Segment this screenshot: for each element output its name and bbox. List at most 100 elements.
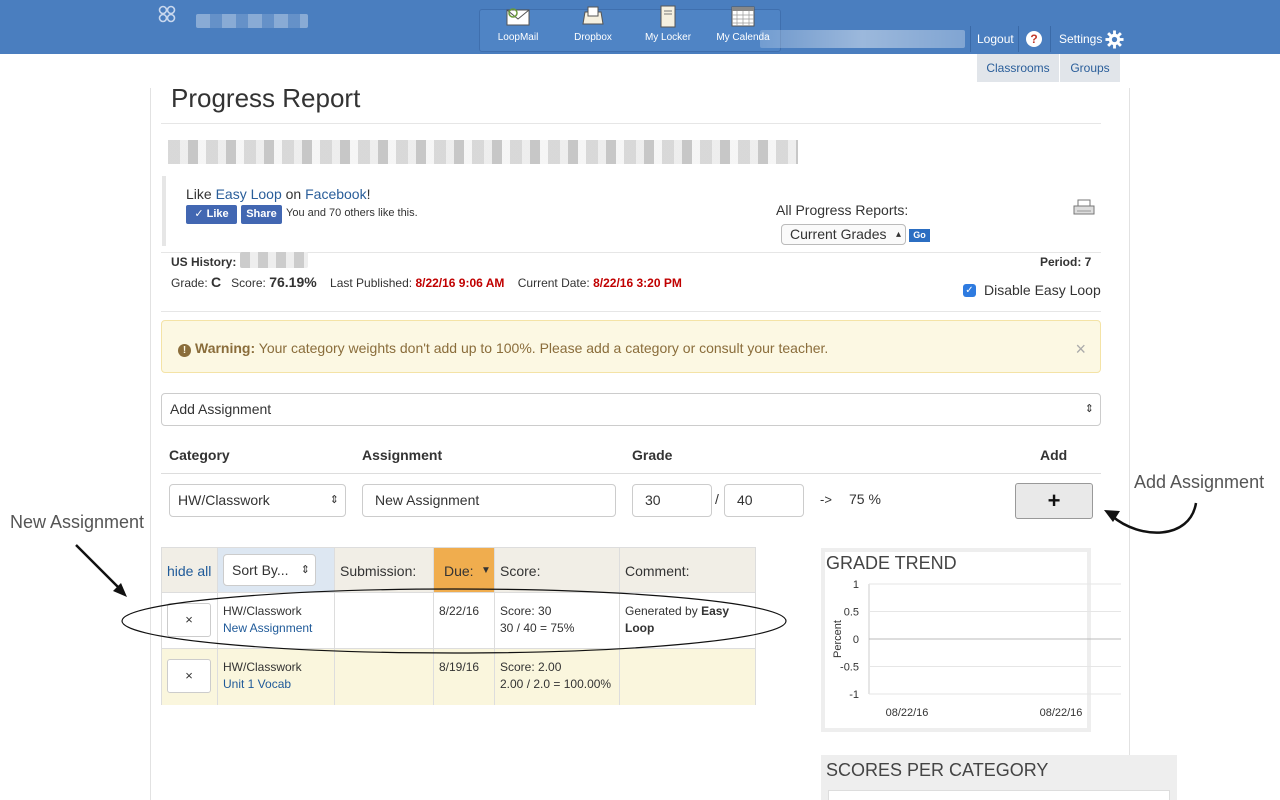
table-row: × bbox=[162, 593, 218, 649]
divider bbox=[161, 473, 1101, 474]
delete-row-button[interactable]: × bbox=[167, 659, 211, 693]
facebook-like-text: Like Easy Loop on Facebook! bbox=[186, 186, 370, 202]
facebook-middle: on bbox=[281, 186, 306, 202]
blurred-user-name bbox=[760, 30, 965, 48]
close-icon[interactable]: × bbox=[1075, 339, 1086, 360]
check-icon: ✓ bbox=[194, 208, 204, 220]
annotation-arrow bbox=[75, 544, 125, 594]
arrow-text: -> bbox=[820, 492, 832, 507]
y-axis-label: Percent bbox=[832, 620, 844, 658]
exclamation-icon: ! bbox=[178, 344, 191, 357]
scores-per-category-title: SCORES PER CATEGORY bbox=[826, 760, 1049, 780]
disable-easy-loop-label[interactable]: Disable Easy Loop bbox=[984, 282, 1101, 298]
category-select[interactable]: HW/Classwork ⇕ bbox=[169, 484, 346, 517]
row-assignment-link[interactable]: New Assignment bbox=[223, 621, 312, 635]
nav-loopmail-label: LoopMail bbox=[497, 32, 539, 43]
table-cell: HW/Classwork Unit 1 Vocab bbox=[218, 649, 335, 705]
row-score-calc: 30 / 40 = 75% bbox=[500, 621, 575, 635]
settings-link[interactable]: Settings bbox=[1059, 24, 1102, 54]
category-select-value: HW/Classwork bbox=[178, 492, 270, 508]
disable-easy-loop-checkbox[interactable]: ✓ bbox=[963, 284, 976, 297]
warning-alert: ! Warning: Your category weights don't ad… bbox=[161, 320, 1101, 373]
grade-summary: Grade: C Score: 76.19% Last Published: 8… bbox=[171, 274, 682, 290]
facebook-prefix: Like bbox=[186, 186, 216, 202]
tab-classrooms[interactable]: Classrooms bbox=[976, 54, 1059, 82]
points-earned-input[interactable]: 30 bbox=[632, 484, 712, 517]
calendar-icon bbox=[731, 6, 755, 27]
warning-message: ! Warning: Your category weights don't ad… bbox=[178, 340, 828, 357]
printer-icon[interactable] bbox=[1073, 199, 1095, 217]
y-tick-label: 0.5 bbox=[844, 607, 859, 619]
assignments-table: hide all Sort By... ⇕ Submission: Due: ▼… bbox=[161, 547, 756, 705]
table-cell: Score: 30 30 / 40 = 75% bbox=[495, 593, 620, 649]
x-tick-label: 08/22/16 bbox=[886, 707, 929, 719]
period-label: Period: 7 bbox=[1040, 255, 1092, 269]
progress-report-selected: Current Grades bbox=[790, 226, 887, 242]
app-logo-icon[interactable] bbox=[157, 4, 177, 24]
row-score-calc: 2.00 / 2.0 = 100.00% bbox=[500, 677, 612, 691]
row-assignment-link[interactable]: Unit 1 Vocab bbox=[223, 677, 291, 691]
add-assignment-select[interactable]: Add Assignment ⇕ bbox=[161, 393, 1101, 426]
table-cell bbox=[620, 649, 755, 705]
easy-loop-link[interactable]: Easy Loop bbox=[216, 186, 282, 202]
table-row: × bbox=[162, 649, 218, 705]
add-header: Add bbox=[1040, 447, 1068, 463]
comment-header: Comment: bbox=[625, 563, 690, 579]
table-header-cell[interactable]: Comment: bbox=[620, 548, 755, 593]
facebook-link[interactable]: Facebook bbox=[305, 186, 366, 202]
divider bbox=[161, 311, 1101, 312]
top-bar: LoopMail Dropbox My Locker My Calenda Lo… bbox=[0, 0, 1280, 54]
grade-trend-title: GRADE TREND bbox=[826, 553, 957, 573]
select-arrows-icon: ⇕ bbox=[300, 564, 310, 576]
divider bbox=[161, 123, 1101, 124]
nav-loopmail[interactable]: LoopMail bbox=[480, 4, 556, 43]
locker-icon bbox=[660, 5, 676, 28]
mail-icon bbox=[506, 8, 530, 26]
facebook-like-button[interactable]: ✓ Like bbox=[186, 205, 237, 224]
go-button[interactable]: Go bbox=[909, 229, 930, 242]
y-tick-label: -1 bbox=[849, 689, 859, 701]
table-cell: HW/Classwork New Assignment bbox=[218, 593, 335, 649]
arrowhead-icon bbox=[113, 583, 127, 597]
y-tick-label: 0 bbox=[853, 634, 859, 646]
help-icon[interactable]: ? bbox=[1026, 31, 1042, 47]
sort-by-select[interactable]: Sort By... ⇕ bbox=[223, 554, 316, 586]
table-header-cell[interactable]: Submission: bbox=[335, 548, 434, 593]
add-assignment-button[interactable]: + bbox=[1015, 483, 1093, 519]
points-total-input[interactable]: 40 bbox=[724, 484, 804, 517]
facebook-share-button[interactable]: Share bbox=[241, 205, 282, 224]
row-category: HW/Classwork bbox=[223, 604, 302, 618]
row-comment: Generated by Easy bbox=[625, 604, 729, 618]
grade-header: Grade bbox=[632, 447, 673, 463]
table-header-cell[interactable]: Score: bbox=[495, 548, 620, 593]
comment-bold: Easy bbox=[701, 604, 730, 618]
grade-trend-chart: Percent 1 0.5 0 -0.5 -1 08/22/16 08/22/16 bbox=[832, 579, 1121, 719]
table-header-cell[interactable]: Due: ▼ bbox=[434, 548, 495, 593]
like-label: Like bbox=[206, 208, 229, 220]
table-cell bbox=[335, 649, 434, 705]
facebook-box-border bbox=[162, 176, 166, 246]
dropbox-icon bbox=[582, 6, 604, 25]
last-published-label: Last Published: bbox=[330, 276, 413, 290]
assignment-name-input[interactable]: New Assignment bbox=[362, 484, 616, 517]
add-assignment-select-value: Add Assignment bbox=[170, 401, 272, 417]
gear-icon[interactable] bbox=[1105, 30, 1124, 49]
grade-value: C bbox=[211, 274, 222, 290]
row-category: HW/Classwork bbox=[223, 660, 302, 674]
progress-report-select[interactable]: Current Grades ▴ bbox=[781, 224, 906, 245]
select-arrows-icon: ▴ bbox=[895, 229, 901, 240]
select-arrows-icon: ⇕ bbox=[329, 494, 339, 506]
page-title: Progress Report bbox=[171, 83, 361, 113]
table-cell: 8/22/16 bbox=[434, 593, 495, 649]
logout-link[interactable]: Logout bbox=[977, 24, 1014, 54]
nav-dropbox[interactable]: Dropbox bbox=[555, 4, 631, 43]
content-border-right bbox=[1129, 88, 1130, 800]
facebook-like-count: You and 70 others like this. bbox=[286, 207, 418, 219]
delete-row-button[interactable]: × bbox=[167, 603, 211, 637]
category-header: Category bbox=[169, 447, 230, 463]
tab-groups[interactable]: Groups bbox=[1059, 54, 1120, 82]
nav-my-locker[interactable]: My Locker bbox=[630, 4, 706, 43]
submission-header: Submission: bbox=[340, 563, 417, 579]
hide-all-link[interactable]: hide all bbox=[167, 563, 211, 579]
current-date-label: Current Date: bbox=[517, 276, 590, 290]
